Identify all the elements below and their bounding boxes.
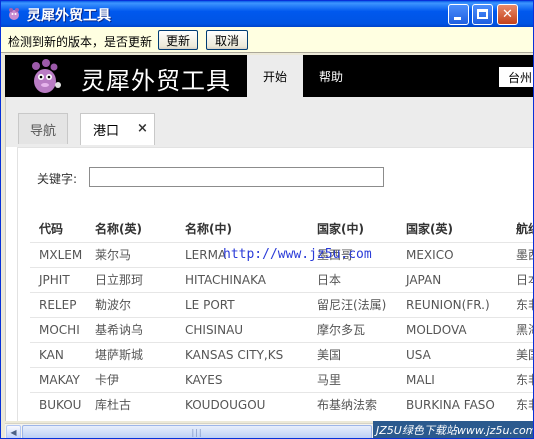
cell-name-en: 卡伊	[86, 366, 176, 392]
table-row[interactable]: JPHIT 日立那珂 HITACHINAKA 日本 JAPAN 日本	[30, 266, 533, 292]
cell-code: BUKOU	[30, 391, 86, 417]
table-row[interactable]: MAKAY 卡伊 KAYES 马里 MALI 东非	[30, 366, 533, 392]
cell-code: MOCHI	[30, 316, 86, 342]
cell-country-en: REUNION(FR.)	[397, 291, 507, 317]
title-bar[interactable]: 灵犀外贸工具 ✕	[1, 1, 533, 27]
tab-label: 港口	[93, 124, 120, 139]
cell-country-cn: 美国	[308, 341, 397, 367]
nav-tab-start[interactable]: 开始	[247, 55, 303, 97]
keyword-input[interactable]	[89, 167, 384, 187]
cell-name-cn: LE PORT	[176, 291, 308, 317]
scroll-left-button[interactable]: ◀	[6, 425, 21, 438]
logo-icon	[32, 59, 61, 93]
app-icon	[9, 8, 19, 20]
cell-country-cn: 日本	[308, 266, 397, 292]
update-button[interactable]: 更新	[158, 30, 198, 50]
cell-country-en: MOLDOVA	[397, 316, 507, 342]
cell-name-cn: KANSAS CITY,KS	[176, 341, 308, 367]
cell-name-cn: KAYES	[176, 366, 308, 392]
minimize-button[interactable]	[448, 4, 469, 25]
col-header-country-cn[interactable]: 国家(中)	[308, 216, 397, 242]
scrollbar-thumb[interactable]: |||	[22, 425, 372, 438]
table-header-row: 代码 名称(英) 名称(中) 国家(中) 国家(英) 航线	[30, 216, 533, 242]
maximize-icon	[477, 9, 488, 19]
chevron-left-icon: ◀	[10, 427, 17, 437]
col-header-name-en[interactable]: 名称(英)	[86, 216, 176, 242]
cell-country-cn: 马里	[308, 366, 397, 392]
grip-icon: |||	[191, 427, 203, 437]
city-selector[interactable]: 台州	[499, 67, 533, 87]
port-content: 关键字: 代码 名称(英) 名称(中) 国家(中) 国家(英) 航线	[17, 147, 533, 421]
cell-name-en: 莱尔马	[86, 241, 176, 267]
cell-country-cn: 布基纳法索	[308, 391, 397, 417]
tab-close-icon[interactable]: ×	[137, 121, 148, 136]
cell-country-en: MALI	[397, 366, 507, 392]
tab-strip: 导航 港口 ×	[6, 97, 533, 147]
cell-name-en: 勒波尔	[86, 291, 176, 317]
horizontal-scrollbar[interactable]: ◀ |||	[5, 423, 373, 438]
cell-route: 日本	[507, 266, 533, 292]
update-notification-bar: 检测到新的版本，是否更新 更新 取消	[1, 27, 533, 53]
cell-code: JPHIT	[30, 266, 86, 292]
table-row[interactable]: KAN 堪萨斯城 KANSAS CITY,KS 美国 USA 美国	[30, 341, 533, 367]
cell-route: 东非	[507, 366, 533, 392]
close-button[interactable]: ✕	[497, 4, 518, 25]
cell-name-en: 基希讷乌	[86, 316, 176, 342]
cancel-button[interactable]: 取消	[206, 30, 248, 50]
table-row[interactable]: RELEP 勒波尔 LE PORT 留尼汪(法属) REUNION(FR.) 东…	[30, 291, 533, 317]
cell-name-en: 库杜古	[86, 391, 176, 417]
cell-code: RELEP	[30, 291, 86, 317]
watermark-text: http://www.jz5u.com	[223, 247, 372, 262]
table-row[interactable]: BUKOU 库杜古 KOUDOUGOU 布基纳法索 BURKINA FASO 东…	[30, 391, 533, 417]
col-header-route[interactable]: 航线	[507, 216, 533, 242]
col-header-name-cn[interactable]: 名称(中)	[176, 216, 308, 242]
cell-route: 美国	[507, 341, 533, 367]
cell-route: 墨西	[507, 241, 533, 267]
cell-code: KAN	[30, 341, 86, 367]
col-header-country-en[interactable]: 国家(英)	[397, 216, 507, 242]
footer-watermark: JZ5U绿色下载站www.jz5u.com	[373, 421, 533, 438]
tab-label: 导航	[29, 123, 56, 139]
cell-country-en: JAPAN	[397, 266, 507, 292]
cell-name-en: 日立那珂	[86, 266, 176, 292]
nav-tab-help[interactable]: 帮助	[303, 55, 359, 97]
app-header: 灵犀外贸工具 开始 帮助 台州	[5, 55, 533, 97]
minimize-icon	[454, 17, 461, 20]
cell-country-en: BURKINA FASO	[397, 391, 507, 417]
brand-title: 灵犀外贸工具	[81, 67, 231, 95]
tab-navigation[interactable]: 导航	[18, 113, 68, 144]
cell-route: 黑海	[507, 316, 533, 342]
cell-name-cn: CHISINAU	[176, 316, 308, 342]
cell-country-en: USA	[397, 341, 507, 367]
cell-code: MXLEM	[30, 241, 86, 267]
cell-country-en: MEXICO	[397, 241, 507, 267]
cell-country-cn: 留尼汪(法属)	[308, 291, 397, 317]
tab-port[interactable]: 港口 ×	[80, 113, 155, 145]
cell-country-cn: 摩尔多瓦	[308, 316, 397, 342]
update-message: 检测到新的版本，是否更新	[8, 35, 153, 49]
app-window: 灵犀外贸工具 ✕ 检测到新的版本，是否更新 更新 取消 灵犀外贸工具 开始 帮助…	[0, 0, 534, 439]
table-row[interactable]: MOCHI 基希讷乌 CHISINAU 摩尔多瓦 MOLDOVA 黑海	[30, 316, 533, 342]
cell-route: 东非	[507, 291, 533, 317]
col-header-code[interactable]: 代码	[30, 216, 86, 242]
keyword-label: 关键字:	[37, 172, 78, 186]
close-icon: ✕	[502, 7, 513, 22]
cell-name-cn: KOUDOUGOU	[176, 391, 308, 417]
maximize-button[interactable]	[472, 4, 493, 25]
cell-name-en: 堪萨斯城	[86, 341, 176, 367]
window-title: 灵犀外贸工具	[27, 8, 111, 24]
cell-code: MAKAY	[30, 366, 86, 392]
cell-route: 东非	[507, 391, 533, 417]
cell-name-cn: HITACHINAKA	[176, 266, 308, 292]
